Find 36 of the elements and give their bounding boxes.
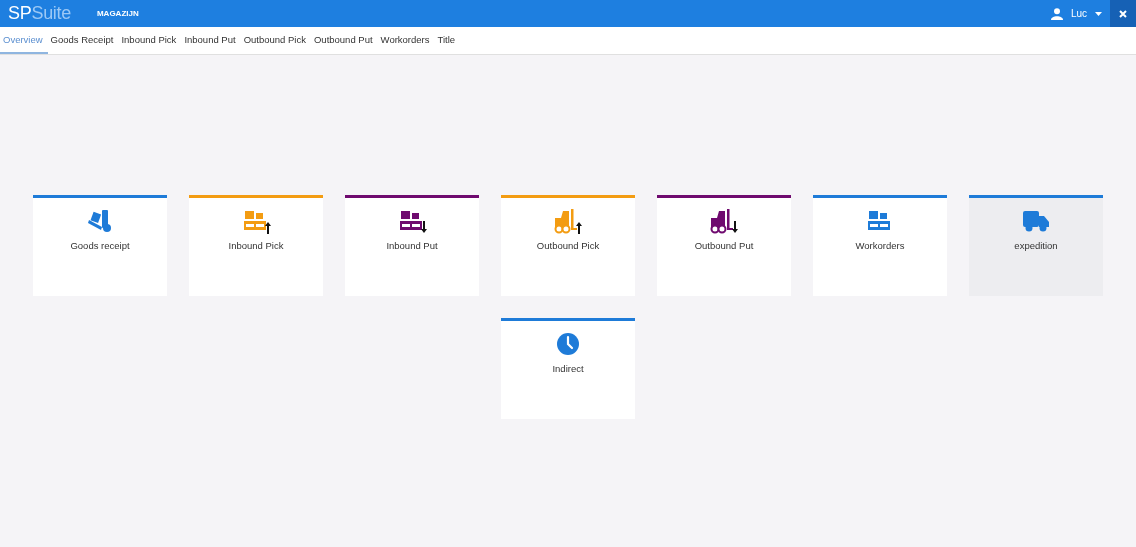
module-tile[interactable]: expedition xyxy=(969,195,1103,296)
close-button[interactable] xyxy=(1110,0,1136,27)
forklift-down-arrow-icon xyxy=(709,208,739,234)
nav-tab[interactable]: Overview xyxy=(0,27,48,54)
pallet-down-arrow-icon xyxy=(397,208,427,234)
module-tile[interactable]: Goods receipt xyxy=(33,195,167,296)
nav-tab[interactable]: Title xyxy=(434,27,461,54)
tile-label: Inbound Put xyxy=(386,240,438,251)
tile-label: Goods receipt xyxy=(70,240,130,251)
module-tile[interactable]: Workorders xyxy=(813,195,947,296)
nav-tab[interactable]: Inbound Pick xyxy=(118,27,182,54)
user-menu[interactable]: Luc xyxy=(1050,7,1102,20)
tile-label: Outbound Put xyxy=(694,240,754,251)
tile-label: Workorders xyxy=(855,240,905,251)
module-tile[interactable]: Inbound Pick xyxy=(189,195,323,296)
caret-icon xyxy=(1095,11,1102,16)
close-icon xyxy=(1119,9,1127,18)
tile-label: expedition xyxy=(1014,240,1058,251)
nav-tab[interactable]: Outbound Put xyxy=(310,27,378,54)
nav-tab[interactable]: Goods Receipt xyxy=(47,27,119,54)
forklift-up-arrow-icon xyxy=(553,208,583,234)
nav-tab[interactable]: Inbound Put xyxy=(181,27,241,54)
tile-label: Inbound Pick xyxy=(228,240,284,251)
section-title: MAGAZIJN xyxy=(96,9,139,18)
module-tile[interactable]: Indirect xyxy=(501,318,635,419)
tile-label: Outbound Pick xyxy=(536,240,600,251)
nav-tab[interactable]: Workorders xyxy=(377,27,435,54)
module-tile[interactable]: Outbound Pick xyxy=(501,195,635,296)
pallet-up-arrow-icon xyxy=(241,208,271,234)
tile-label: Indirect xyxy=(552,363,584,374)
truck-icon xyxy=(1021,208,1051,234)
nav-tab[interactable]: Outbound Pick xyxy=(240,27,311,54)
module-tile[interactable]: Outbound Put xyxy=(657,195,791,296)
app-logo: SPSuite xyxy=(7,3,71,24)
user-icon xyxy=(1050,7,1063,20)
module-tile[interactable]: Inbound Put xyxy=(345,195,479,296)
